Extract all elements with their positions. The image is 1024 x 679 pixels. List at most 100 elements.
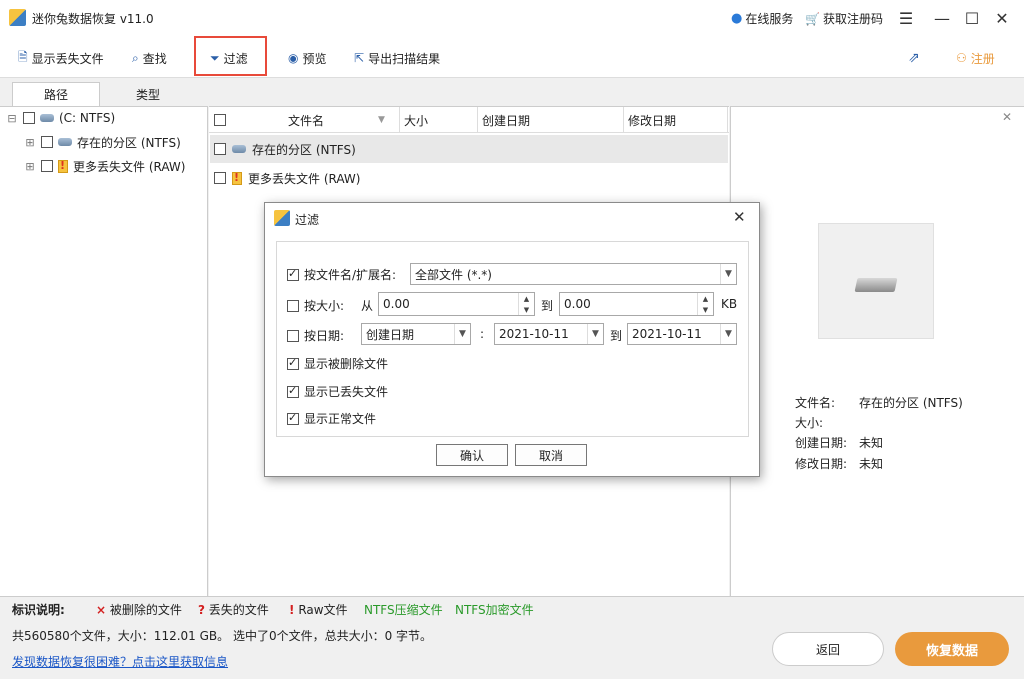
date-to-label: 到 (610, 329, 623, 343)
show-lost-files-button[interactable]: 🗎 显示丢失文件 (18, 48, 104, 68)
deleted-mark-icon: × (96, 603, 107, 617)
app-logo-icon (9, 9, 26, 26)
tree-root-label: (C: NTFS) (59, 111, 116, 125)
tree-item-checkbox[interactable] (41, 160, 53, 172)
export-scan-button[interactable]: ⇱ 导出扫描结果 (354, 48, 440, 68)
tab-path[interactable]: 路径 (12, 82, 100, 106)
eye-icon: ◉ (288, 51, 299, 65)
show-lost-checkbox[interactable] (287, 384, 299, 398)
by-date-checkbox[interactable] (287, 329, 299, 342)
preview-name-value: 存在的分区 (NTFS) (859, 396, 963, 410)
show-normal-label: 显示正常文件 (304, 412, 377, 426)
headset-icon: ● (731, 11, 743, 26)
tree-pane (0, 106, 208, 596)
by-name-option[interactable]: 按文件名/扩展名: (287, 266, 396, 283)
column-modified[interactable]: 修改日期 (624, 107, 728, 133)
register-button[interactable]: ⚇ 注册 (956, 48, 995, 68)
by-size-checkbox[interactable] (287, 299, 299, 312)
help-link[interactable]: 发现数据恢复很困难？点击这里获取信息 (12, 653, 228, 670)
tree-item-partition[interactable]: ⊞ 存在的分区 (NTFS) (24, 132, 181, 152)
preview-modified-label: 修改日期: (795, 457, 848, 471)
column-name[interactable]: 文件名 ▼ (210, 107, 400, 133)
expand-icon[interactable]: ⊞ (24, 160, 36, 173)
tree-item-raw[interactable]: ⊞ 更多丢失文件 (RAW) (24, 156, 185, 176)
get-code-label: 获取注册码 (822, 12, 883, 26)
chevron-down-icon: ▼ (587, 324, 603, 344)
menu-icon[interactable]: ☰ (894, 6, 918, 30)
online-service-label: 在线服务 (745, 12, 794, 26)
size-to-input[interactable]: 0.00 ▲ ▼ (559, 292, 714, 316)
drive-icon (232, 145, 246, 153)
get-code-link[interactable]: 🛒 获取注册码 (805, 10, 883, 27)
chevron-down-icon: ▼ (454, 324, 470, 344)
file-row[interactable]: 更多丢失文件 (RAW) (210, 164, 728, 192)
tab-type[interactable]: 类型 (104, 82, 192, 106)
minimize-button[interactable]: — (930, 6, 954, 30)
by-size-option[interactable]: 按大小: (287, 297, 344, 314)
date-colon: : (480, 327, 485, 341)
row-checkbox[interactable] (214, 143, 226, 155)
preview-name-label: 文件名: (795, 396, 836, 410)
date-to-value: 2021-10-11 (632, 327, 702, 341)
online-service-link[interactable]: ● 在线服务 (731, 10, 793, 27)
search-icon: ⌕ (132, 50, 139, 65)
show-deleted-option[interactable]: 显示被删除文件 (287, 355, 388, 372)
filter-button[interactable]: ⏷ 过滤 (210, 48, 248, 68)
register-label: 注册 (970, 51, 995, 66)
row-checkbox[interactable] (214, 172, 226, 184)
recover-data-button[interactable]: 恢复数据 (895, 632, 1009, 666)
show-normal-option[interactable]: 显示正常文件 (287, 410, 376, 427)
column-size[interactable]: 大小 (400, 107, 478, 133)
show-deleted-label: 显示被删除文件 (304, 357, 389, 371)
raw-file-icon (58, 159, 68, 173)
by-size-label: 按大小: (304, 299, 345, 313)
expand-icon[interactable]: ⊞ (24, 136, 36, 149)
hard-drive-icon (854, 278, 898, 292)
file-name: 更多丢失文件 (RAW) (248, 171, 361, 186)
spinner-icon[interactable]: ▲ ▼ (518, 293, 534, 315)
preview-label: 预览 (302, 51, 327, 66)
maximize-button[interactable]: ☐ (960, 6, 984, 30)
legend-lost-label: 丢失的文件 (208, 603, 269, 617)
show-normal-checkbox[interactable] (287, 411, 299, 425)
preview-button[interactable]: ◉ 预览 (288, 48, 327, 68)
file-name: 存在的分区 (NTFS) (252, 142, 356, 157)
by-name-checkbox[interactable] (287, 267, 299, 281)
spinner-icon[interactable]: ▲ ▼ (697, 293, 713, 315)
sort-down-icon: ▼ (378, 115, 385, 125)
tree-root-checkbox[interactable] (23, 112, 35, 124)
find-button[interactable]: ⌕ 查找 (132, 48, 167, 68)
legend-raw: ! Raw文件 (289, 601, 348, 618)
date-to-picker[interactable]: 2021-10-11 ▼ (627, 323, 737, 345)
user-icon: ⚇ (956, 51, 967, 65)
document-icon: 🗎 (18, 49, 28, 64)
close-preview-icon[interactable]: ✕ (1002, 110, 1012, 124)
size-from-input[interactable]: 0.00 ▲ ▼ (378, 292, 535, 316)
show-deleted-checkbox[interactable] (287, 356, 299, 370)
cart-icon: 🛒 (805, 11, 820, 26)
preview-created-value: 未知 (859, 436, 884, 450)
date-type-select[interactable]: 创建日期 ▼ (361, 323, 471, 345)
find-label: 查找 (142, 51, 167, 66)
date-from-picker[interactable]: 2021-10-11 ▼ (494, 323, 604, 345)
collapse-icon[interactable]: ⊟ (6, 112, 18, 125)
tree-item-checkbox[interactable] (41, 136, 53, 148)
legend-deleted: × 被删除的文件 (96, 601, 182, 618)
by-date-option[interactable]: 按日期: (287, 327, 344, 344)
legend-raw-label: Raw文件 (298, 603, 348, 617)
show-lost-option[interactable]: 显示已丢失文件 (287, 383, 388, 400)
date-from-value: 2021-10-11 (499, 327, 569, 341)
close-window-button[interactable]: ✕ (990, 6, 1014, 30)
confirm-button[interactable]: 确认 (436, 444, 508, 466)
share-button[interactable]: ⇗ (908, 48, 920, 68)
tree-root[interactable]: ⊟ (C: NTFS) (6, 108, 115, 128)
tree-item-label: 存在的分区 (NTFS) (77, 135, 181, 150)
column-created[interactable]: 创建日期 (478, 107, 624, 133)
select-all-checkbox[interactable] (214, 114, 226, 126)
file-row[interactable]: 存在的分区 (NTFS) (210, 135, 728, 163)
dialog-close-icon[interactable]: ✕ (733, 208, 746, 226)
file-type-select[interactable]: 全部文件 (*.*) ▼ (410, 263, 737, 285)
back-button[interactable]: 返回 (772, 632, 884, 666)
cancel-button[interactable]: 取消 (515, 444, 587, 466)
column-name-label: 文件名 (288, 113, 325, 128)
